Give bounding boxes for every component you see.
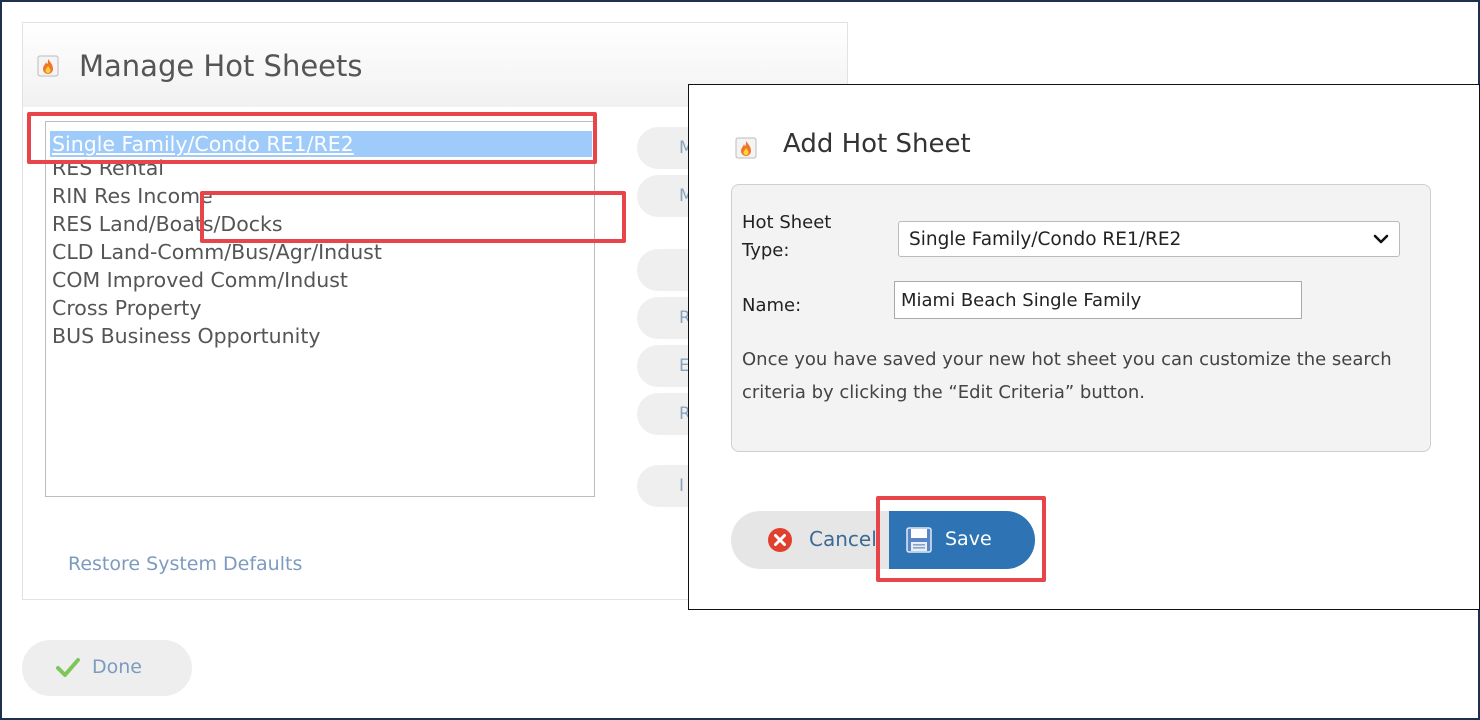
checkmark-icon <box>56 658 80 677</box>
done-button[interactable]: Done <box>22 640 192 696</box>
add-hot-sheet-dialog: Add Hot Sheet Hot Sheet Type: Single Fam… <box>688 84 1480 610</box>
fire-icon <box>37 55 59 77</box>
restore-defaults-link[interactable]: Restore System Defaults <box>68 553 302 575</box>
panel-title: Manage Hot Sheets <box>79 49 363 83</box>
help-text: Once you have saved your new hot sheet y… <box>742 349 1392 403</box>
list-item[interactable]: RIN Res Income <box>52 183 213 209</box>
name-input[interactable] <box>894 281 1302 319</box>
cancel-x-icon <box>768 528 792 552</box>
highlight-box-list-item <box>27 112 597 164</box>
done-label: Done <box>92 656 142 678</box>
dialog-form: Hot Sheet Type: Single Family/Condo RE1/… <box>731 184 1431 452</box>
chevron-down-icon <box>1373 234 1389 244</box>
hot-sheet-list[interactable]: Single Family/Condo RE1/RE2 RES Rental R… <box>45 121 595 497</box>
hot-sheet-type-label: Hot Sheet Type: <box>742 212 832 261</box>
hot-sheet-type-value: Single Family/Condo RE1/RE2 <box>909 229 1182 250</box>
list-item[interactable]: BUS Business Opportunity <box>52 323 321 349</box>
fire-icon <box>735 137 757 159</box>
hot-sheet-type-select[interactable]: Single Family/Condo RE1/RE2 <box>898 221 1400 257</box>
list-item[interactable]: Cross Property <box>52 295 201 321</box>
highlight-box-name-input <box>200 191 626 243</box>
name-label: Name: <box>742 295 802 316</box>
dialog-title: Add Hot Sheet <box>783 129 971 159</box>
list-item[interactable]: COM Improved Comm/Indust <box>52 267 348 293</box>
highlight-box-save-button <box>876 496 1046 582</box>
